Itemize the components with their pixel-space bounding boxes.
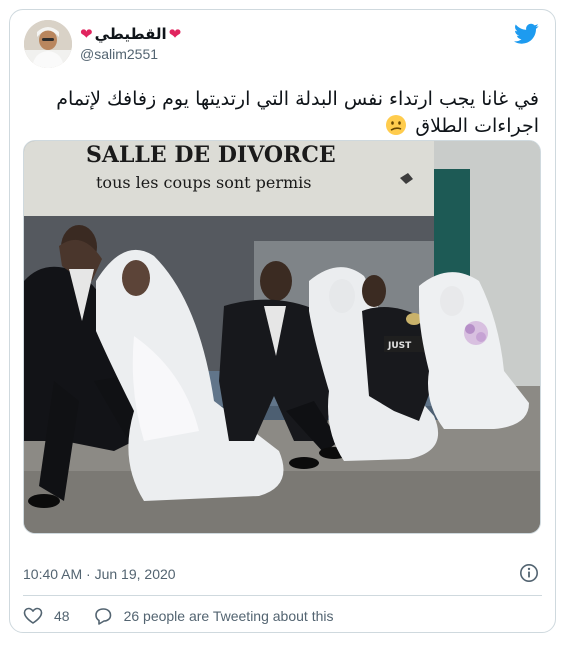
heart-icon: ❤ bbox=[168, 25, 182, 43]
tweet-card: ❤ القطيطي ❤ @salim2551 في غانا يجب ارتدا… bbox=[9, 9, 556, 633]
avatar[interactable] bbox=[24, 20, 72, 68]
info-icon[interactable] bbox=[519, 563, 539, 583]
like-count[interactable]: 48 bbox=[54, 608, 70, 624]
handle[interactable]: @salim2551 bbox=[80, 46, 158, 62]
photo-sign-line1: SALLE DE DIVORCE bbox=[86, 142, 336, 168]
display-name-text: القطيطي bbox=[94, 26, 167, 43]
tweet-photo[interactable]: SALLE DE DIVORCE tous les coups sont per… bbox=[23, 140, 541, 534]
tweet-text-content: في غانا يجب ارتداء نفس البدلة التي ارتدي… bbox=[56, 88, 539, 137]
engagement-bar: 48 26 people are Tweeting about this bbox=[23, 604, 333, 628]
heart-icon: ❤ bbox=[80, 25, 93, 43]
photo-sign-line2: tous les coups sont permis bbox=[96, 173, 312, 192]
photo-car-sign: JUST bbox=[387, 341, 412, 351]
twitter-bird-icon[interactable] bbox=[514, 23, 539, 45]
display-name[interactable]: ❤ القطيطي ❤ bbox=[80, 25, 181, 43]
heart-outline-icon[interactable] bbox=[23, 606, 43, 626]
tweet-timestamp[interactable]: 10:40 AM · Jun 19, 2020 bbox=[23, 566, 176, 582]
speech-bubble-icon[interactable] bbox=[93, 606, 113, 626]
divider bbox=[23, 595, 542, 596]
tweet-text: في غانا يجب ارتداء نفس البدلة التي ارتدي… bbox=[30, 86, 539, 140]
confused-face-emoji-icon bbox=[386, 115, 407, 135]
tweeting-about-link[interactable]: 26 people are Tweeting about this bbox=[124, 608, 334, 624]
